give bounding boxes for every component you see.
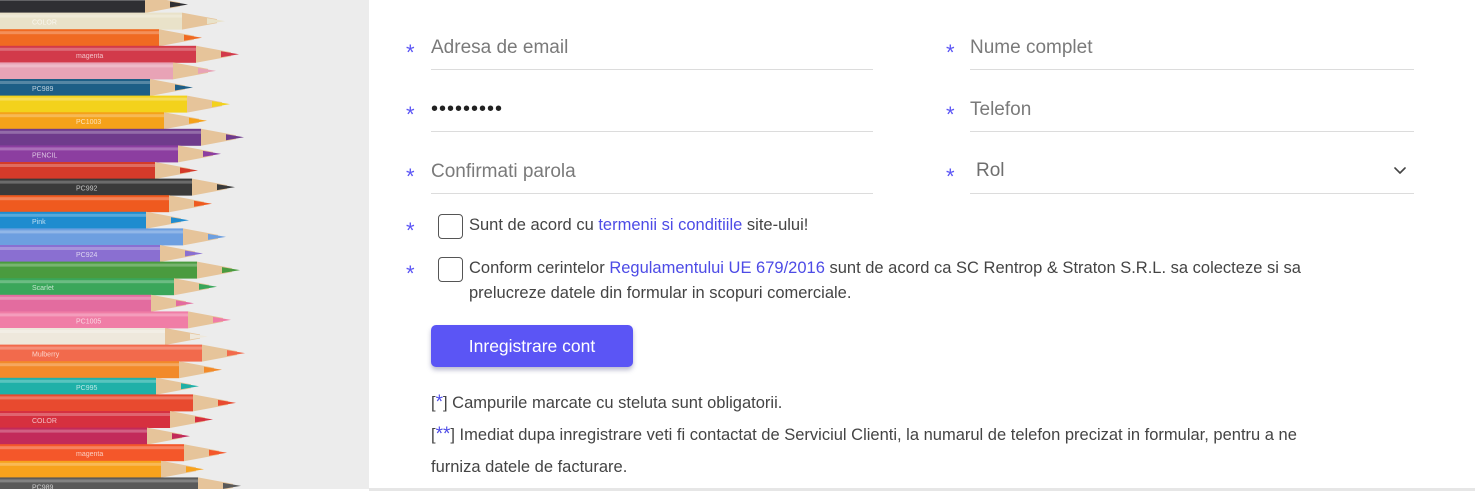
svg-text:PC1005: PC1005 xyxy=(76,318,101,325)
svg-text:PC989: PC989 xyxy=(32,86,54,93)
note-star: ** xyxy=(435,424,451,445)
required-marker: * xyxy=(406,261,415,286)
svg-text:magenta: magenta xyxy=(76,451,103,458)
register-account-button[interactable]: Inregistrare cont xyxy=(431,325,633,367)
gdpr-text-line2: prelucreze datele din formular in scopur… xyxy=(469,284,852,302)
confirm-password-input[interactable] xyxy=(431,150,873,193)
note-star: * xyxy=(435,392,443,413)
required-marker: * xyxy=(406,102,415,127)
gdpr-checkbox[interactable] xyxy=(438,257,463,282)
note-text: ] Campurile marcate cu steluta sunt obli… xyxy=(443,394,783,412)
required-fields-note: [*] Campurile marcate cu steluta sunt ob… xyxy=(431,387,782,419)
chevron-down-icon xyxy=(1394,167,1406,174)
svg-text:magenta: magenta xyxy=(76,53,103,60)
gdpr-text-post: sunt de acord ca SC Rentrop & Straton S.… xyxy=(824,259,1301,277)
required-marker: * xyxy=(406,164,415,189)
terms-checkbox[interactable] xyxy=(438,214,463,239)
svg-text:PC1003: PC1003 xyxy=(76,119,101,126)
terms-text-pre: Sunt de acord cu xyxy=(469,216,599,234)
contact-note: [**] Imediat dupa inregistrare veti fi c… xyxy=(431,419,1391,483)
svg-text:Pink: Pink xyxy=(32,219,46,226)
svg-text:PC992: PC992 xyxy=(76,186,98,193)
password-input[interactable] xyxy=(431,88,873,131)
email-field-container xyxy=(431,26,873,70)
colored-pencils-image: COLOR magenta PC989 PC1003 PENCIL PC992 Pink PC… xyxy=(0,0,369,489)
required-marker: * xyxy=(946,102,955,127)
note-text: ] Imediat dupa inregistrare veti fi cont… xyxy=(450,426,1297,444)
svg-text:PC924: PC924 xyxy=(76,252,98,259)
role-select[interactable]: Rol xyxy=(970,150,1414,194)
required-marker: * xyxy=(946,40,955,65)
svg-text:PC989: PC989 xyxy=(32,484,54,489)
colored-pencils-image-art: COLOR magenta PC989 PC1003 PENCIL PC992 Pink PC… xyxy=(0,0,245,489)
fullname-input[interactable] xyxy=(970,26,1414,69)
email-input[interactable] xyxy=(431,26,873,69)
terms-text-post: site-ului! xyxy=(742,216,809,234)
gdpr-consent-label: Conform cerintelor Regulamentului UE 679… xyxy=(469,256,1389,306)
gdpr-text-pre: Conform cerintelor xyxy=(469,259,610,277)
svg-text:PC995: PC995 xyxy=(76,385,98,392)
required-marker: * xyxy=(406,218,415,243)
note-text-line2: furniza datele de facturare. xyxy=(431,458,628,476)
phone-input[interactable] xyxy=(970,88,1414,131)
role-select-value: Rol xyxy=(976,160,1005,181)
terms-consent-label: Sunt de acord cu termenii si conditiile … xyxy=(469,213,808,238)
gdpr-regulation-link[interactable]: Regulamentului UE 679/2016 xyxy=(609,259,825,277)
required-marker: * xyxy=(406,40,415,65)
fullname-field-container xyxy=(970,26,1414,70)
svg-text:Scarlet: Scarlet xyxy=(32,285,54,292)
required-marker: * xyxy=(946,164,955,189)
svg-text:COLOR: COLOR xyxy=(32,418,57,425)
svg-text:PENCIL: PENCIL xyxy=(32,152,57,159)
password-field-container xyxy=(431,88,873,132)
svg-text:Mulberry: Mulberry xyxy=(32,352,60,359)
confirm-password-field-container xyxy=(431,150,873,194)
svg-text:COLOR: COLOR xyxy=(32,20,57,27)
terms-link[interactable]: termenii si conditiile xyxy=(598,216,742,234)
phone-field-container xyxy=(970,88,1414,132)
